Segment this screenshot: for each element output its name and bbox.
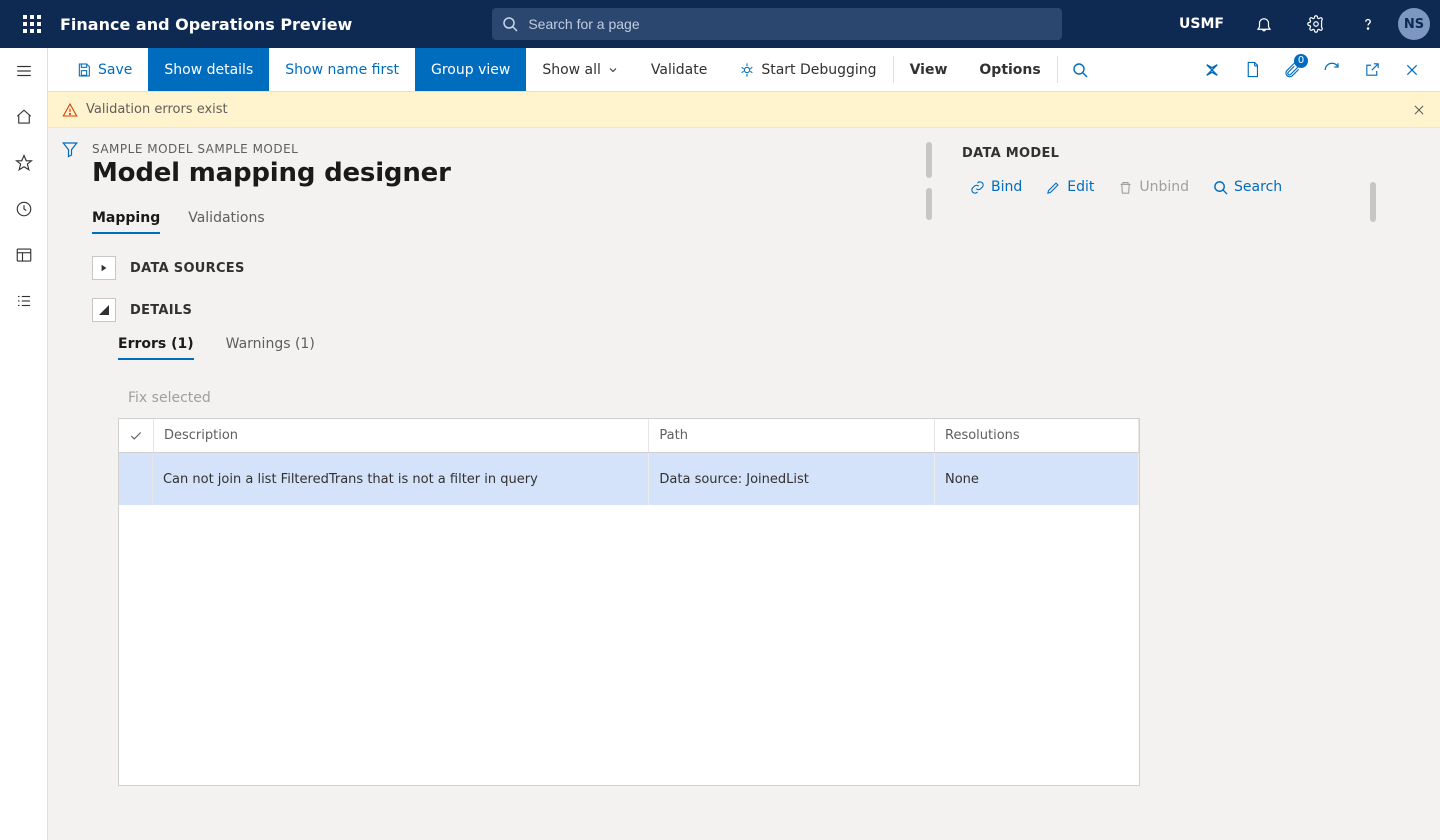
col-path[interactable]: Path	[649, 419, 935, 452]
row-path: Data source: JoinedList	[649, 453, 935, 505]
filter-icon[interactable]	[61, 140, 79, 840]
settings-icon[interactable]	[1294, 0, 1338, 48]
search-icon	[1213, 180, 1228, 195]
close-icon[interactable]	[1392, 48, 1432, 92]
unbind-button: Unbind	[1118, 179, 1189, 195]
details-header: DETAILS	[130, 303, 192, 318]
data-sources-expand-toggle[interactable]	[92, 256, 116, 280]
splitter-handle[interactable]	[926, 188, 932, 220]
app-title: Finance and Operations Preview	[60, 15, 352, 34]
data-model-panel: DATA MODEL Bind Edit	[962, 142, 1372, 195]
global-search-input[interactable]	[526, 15, 1052, 33]
save-icon	[76, 62, 92, 78]
bind-button[interactable]: Bind	[970, 179, 1022, 195]
help-icon[interactable]	[1346, 0, 1390, 48]
nav-modules-icon[interactable]	[0, 278, 48, 324]
nav-recent-icon[interactable]	[0, 186, 48, 232]
validate-button[interactable]: Validate	[635, 48, 723, 91]
popout-icon[interactable]	[1352, 48, 1392, 92]
app-launcher-icon[interactable]	[8, 0, 56, 48]
grid-row[interactable]: Can not join a list FilteredTrans that i…	[119, 453, 1139, 505]
row-resolutions: None	[935, 453, 1139, 505]
row-select[interactable]	[119, 453, 153, 505]
nav-workspaces-icon[interactable]	[0, 232, 48, 278]
nav-rail	[0, 48, 48, 840]
col-description[interactable]: Description	[154, 419, 649, 452]
link-icon	[970, 180, 985, 195]
nav-home-icon[interactable]	[0, 94, 48, 140]
top-bar: Finance and Operations Preview USMF NS	[0, 0, 1440, 48]
data-model-title: DATA MODEL	[962, 146, 1372, 161]
notifications-icon[interactable]	[1242, 0, 1286, 48]
options-menu[interactable]: Options	[963, 48, 1056, 91]
user-avatar[interactable]: NS	[1398, 8, 1430, 40]
view-menu[interactable]: View	[894, 48, 964, 91]
search-icon	[1072, 62, 1088, 78]
page-options-icon[interactable]	[1232, 48, 1272, 92]
personalize-icon[interactable]	[1192, 48, 1232, 92]
command-bar: Save Show details Show name first Group …	[48, 48, 1440, 92]
debug-icon	[739, 62, 755, 78]
chevron-down-icon	[607, 64, 619, 76]
details-expand-toggle[interactable]	[92, 298, 116, 322]
warnings-tab[interactable]: Warnings (1)	[226, 336, 315, 360]
delete-icon	[1118, 180, 1133, 195]
warning-close-icon[interactable]	[1412, 103, 1426, 117]
errors-tab[interactable]: Errors (1)	[118, 336, 194, 360]
global-search[interactable]	[492, 8, 1062, 40]
tab-mapping[interactable]: Mapping	[92, 210, 160, 234]
search-icon	[502, 16, 518, 32]
find-button[interactable]	[1058, 48, 1102, 91]
refresh-icon[interactable]	[1312, 48, 1352, 92]
edit-button[interactable]: Edit	[1046, 179, 1094, 195]
group-view-button[interactable]: Group view	[415, 48, 526, 91]
row-description: Can not join a list FilteredTrans that i…	[153, 453, 649, 505]
show-name-first-button[interactable]: Show name first	[269, 48, 415, 91]
splitter-handle[interactable]	[1370, 182, 1376, 222]
show-details-button[interactable]: Show details	[148, 48, 269, 91]
tab-validations[interactable]: Validations	[188, 210, 264, 234]
fix-selected-button: Fix selected	[128, 390, 1400, 406]
validation-warning-bar: Validation errors exist	[48, 92, 1440, 128]
save-button[interactable]: Save	[60, 48, 148, 91]
errors-grid: Description Path Resolutions Can not joi…	[118, 418, 1140, 786]
splitter-handle[interactable]	[926, 142, 932, 178]
legal-entity[interactable]: USMF	[1169, 16, 1234, 32]
nav-favorites-icon[interactable]	[0, 140, 48, 186]
show-all-dropdown[interactable]: Show all	[526, 48, 635, 91]
col-resolutions[interactable]: Resolutions	[935, 419, 1139, 452]
search-button[interactable]: Search	[1213, 179, 1282, 195]
nav-hamburger-icon[interactable]	[0, 48, 48, 94]
attachments-icon[interactable]: 0	[1272, 48, 1312, 92]
start-debugging-button[interactable]: Start Debugging	[723, 48, 892, 91]
attachments-badge: 0	[1294, 54, 1308, 68]
warning-icon	[62, 102, 78, 118]
data-sources-header: DATA SOURCES	[130, 261, 245, 276]
grid-select-all[interactable]	[119, 419, 154, 452]
edit-icon	[1046, 180, 1061, 195]
warning-message: Validation errors exist	[86, 102, 228, 117]
